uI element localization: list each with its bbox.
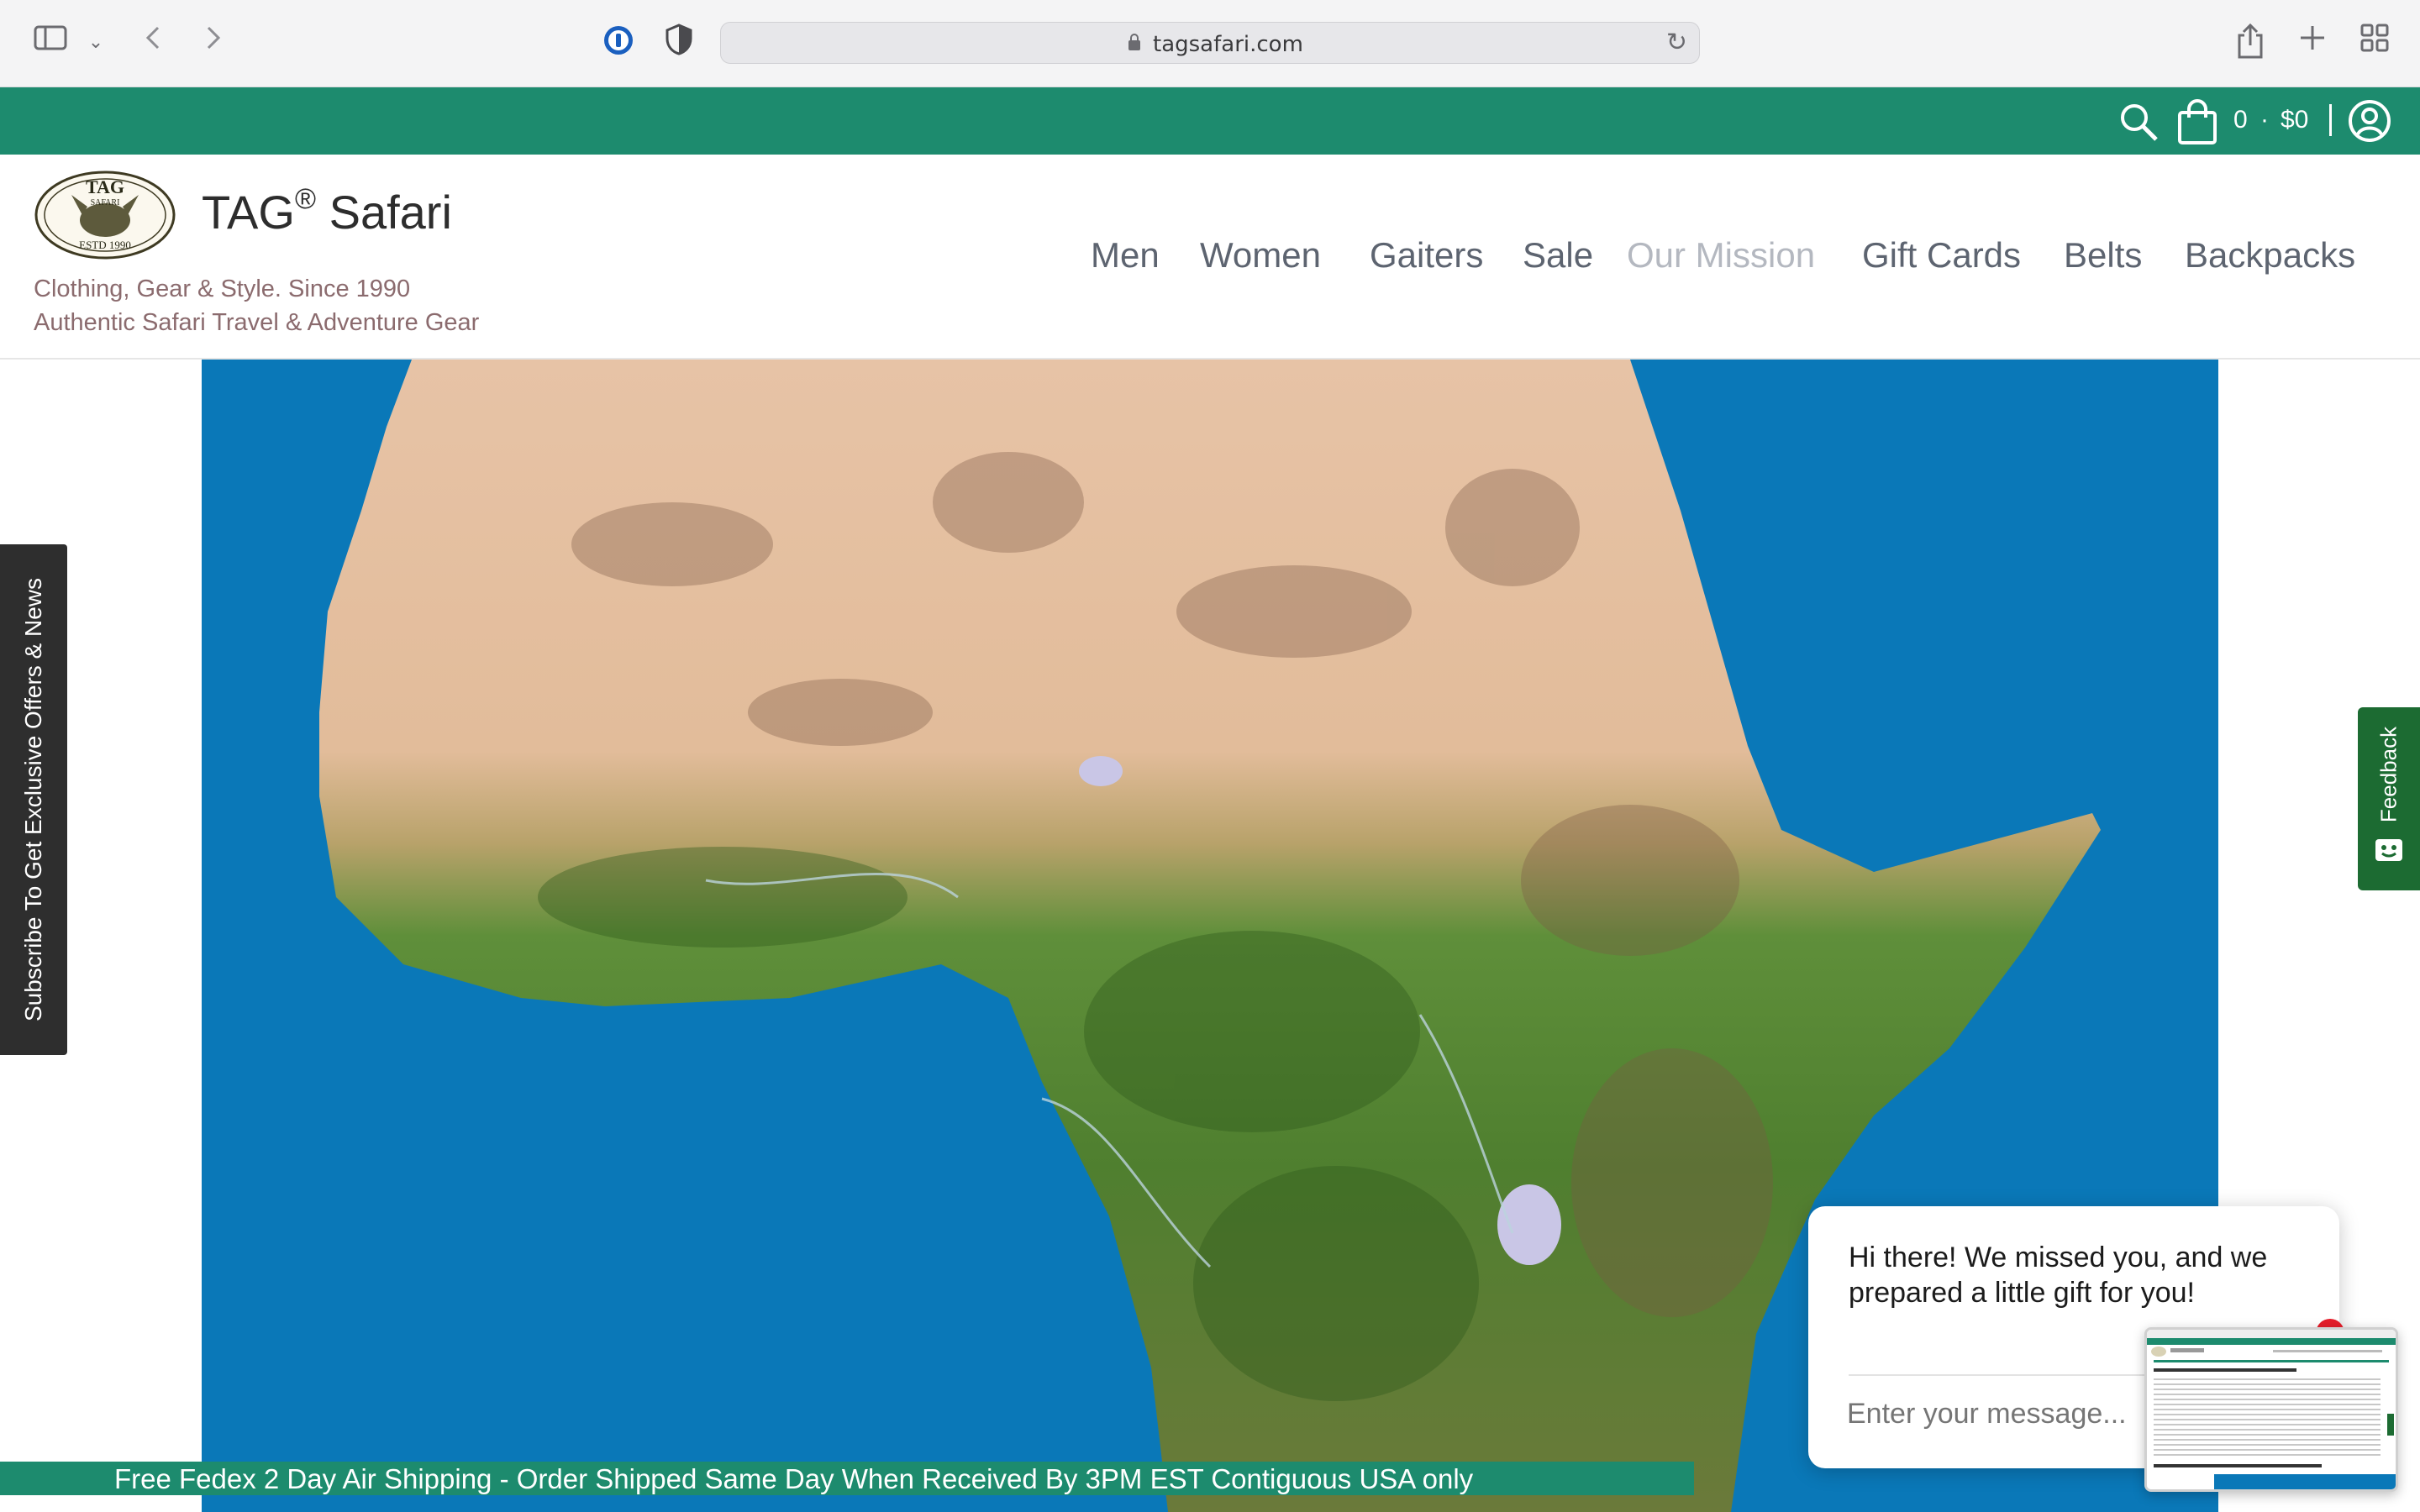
subscribe-tab[interactable]: Subscribe To Get Exclusive Offers & News <box>0 544 67 1055</box>
brand-name-suffix: Safari <box>329 186 452 239</box>
chat-message: Hi there! We missed you, and we prepared… <box>1849 1242 2268 1309</box>
tab-overview-icon[interactable] <box>2356 24 2393 60</box>
feedback-tab[interactable]: Feedback <box>2358 707 2420 890</box>
shipping-banner-text: Free Fedex 2 Day Air Shipping - Order Sh… <box>114 1463 1474 1494</box>
feedback-face-icon <box>2375 839 2402 861</box>
password-manager-icon[interactable] <box>600 24 637 60</box>
nav-item-belts[interactable]: Belts <box>2064 235 2142 276</box>
sidebar-icon[interactable] <box>32 24 69 60</box>
cart-count[interactable]: 0 <box>2233 106 2248 134</box>
utility-bar: 0 · $0 <box>0 87 2420 155</box>
privacy-shield-icon[interactable] <box>660 24 697 60</box>
tagline: Clothing, Gear & Style. Since 1990 <box>34 276 411 302</box>
search-icon[interactable] <box>2118 101 2160 143</box>
address-url: tagsafari.com <box>1153 32 1303 57</box>
nav-item-gaiters[interactable]: Gaiters <box>1370 235 1483 276</box>
cart-total[interactable]: $0 <box>2281 106 2308 134</box>
tagline-secondary: Authentic Safari Travel & Adventure Gear <box>34 309 480 336</box>
chat-message-input[interactable] <box>1847 1398 2183 1431</box>
new-tab-icon[interactable] <box>2294 24 2331 60</box>
nav-item-women[interactable]: Women <box>1200 235 1321 276</box>
divider <box>2329 104 2332 136</box>
nav-item-gift-cards[interactable]: Gift Cards <box>1862 235 2021 276</box>
shipping-banner: Free Fedex 2 Day Air Shipping - Order Sh… <box>0 1462 1694 1495</box>
nav-item-our-mission[interactable]: Our Mission <box>1627 235 1815 276</box>
page-preview-image <box>2147 1330 2396 1489</box>
registered-mark: ® <box>294 183 317 215</box>
nav-item-sale[interactable]: Sale <box>1523 235 1593 276</box>
cart-separator: · <box>2260 106 2269 134</box>
forward-icon[interactable] <box>195 24 232 60</box>
lock-icon <box>1128 34 1140 50</box>
brand-logo[interactable]: TAG SAFARI ESTD 1990 <box>34 170 176 260</box>
back-icon[interactable] <box>134 24 171 60</box>
logo-text: TAG <box>86 176 124 197</box>
feedback-tab-label: Feedback <box>2375 726 2402 823</box>
chevron-down-icon[interactable]: ⌄ <box>77 24 114 60</box>
brand-name-text: TAG <box>202 186 295 239</box>
page-preview-thumbnail[interactable] <box>2144 1327 2398 1492</box>
share-icon[interactable] <box>2232 23 2269 60</box>
logo-established: ESTD 1990 <box>79 239 131 251</box>
brand-name[interactable]: TAG® Safari <box>202 183 452 239</box>
subscribe-tab-label: Subscribe To Get Exclusive Offers & News <box>20 577 46 1022</box>
nav-item-backpacks[interactable]: Backpacks <box>2185 235 2355 276</box>
browser-toolbar: ⌄ tagsafari.com ↻ <box>0 0 2420 87</box>
address-bar[interactable]: tagsafari.com ↻ <box>720 22 1700 64</box>
account-icon[interactable] <box>2348 99 2391 143</box>
nav-item-men[interactable]: Men <box>1091 235 1160 276</box>
logo-subtitle: SAFARI <box>91 198 120 207</box>
shopping-bag-icon[interactable] <box>2176 99 2218 144</box>
site-header: TAG SAFARI ESTD 1990 TAG® Safari Clothin… <box>0 155 2420 360</box>
reload-icon[interactable]: ↻ <box>1666 28 1687 57</box>
